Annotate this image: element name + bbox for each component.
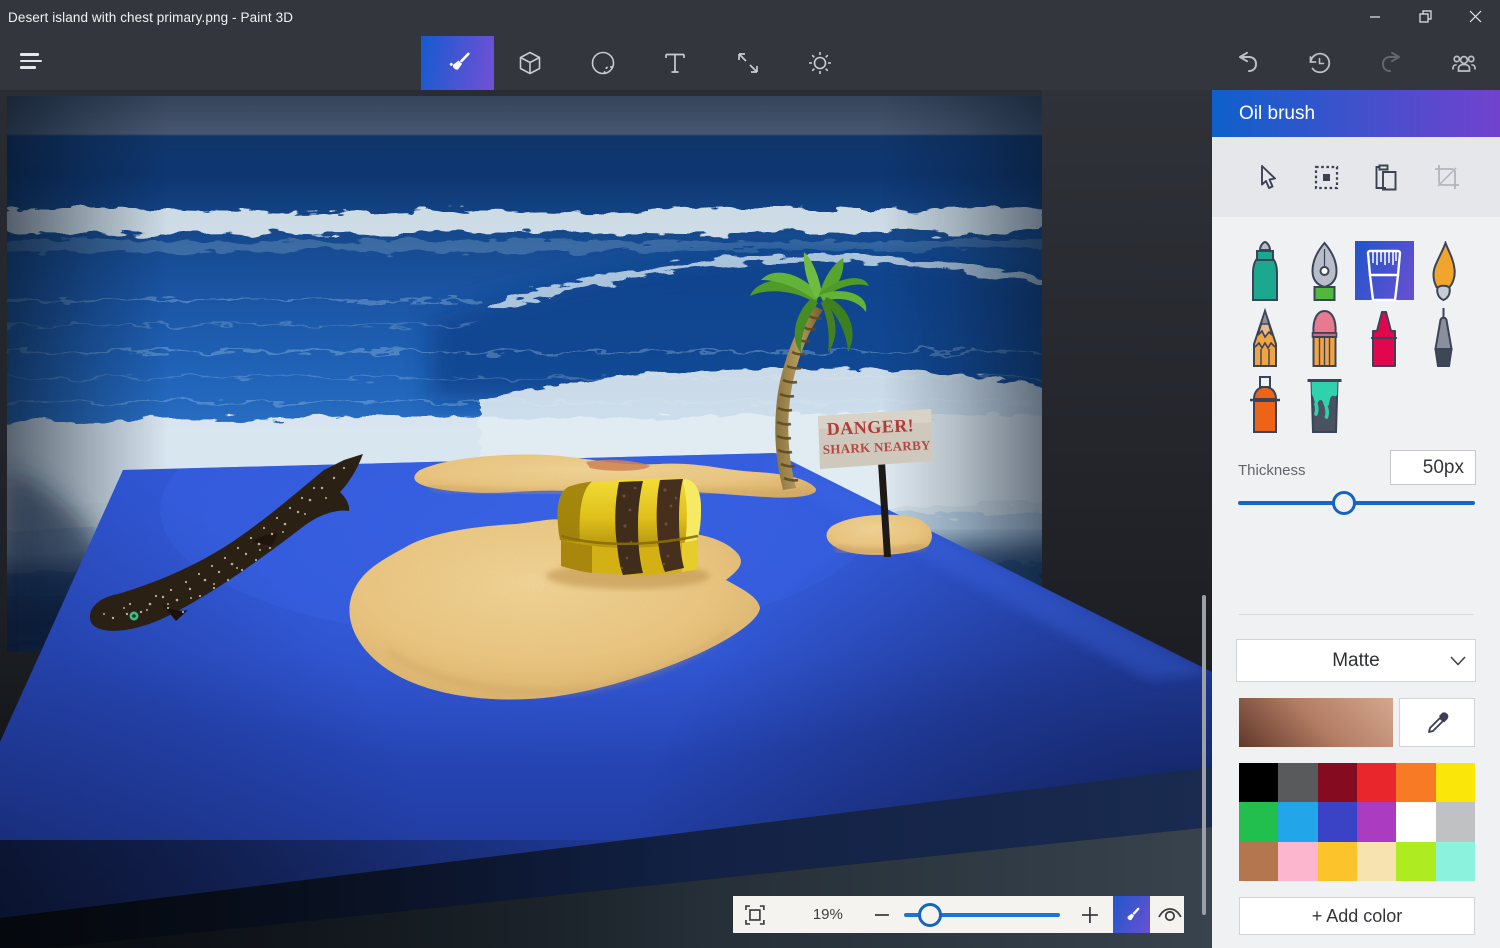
svg-text:DANGER!: DANGER! [826,415,914,439]
